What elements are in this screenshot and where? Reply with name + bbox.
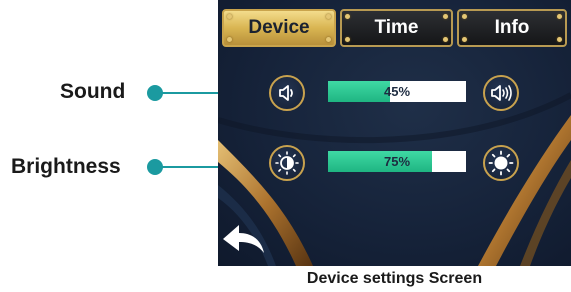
tab-rivet	[326, 14, 331, 19]
tab-info[interactable]: Info	[457, 9, 567, 47]
tab-rivet	[227, 37, 232, 42]
brightness-low-icon	[275, 151, 299, 175]
brightness-increase-button[interactable]	[483, 145, 519, 181]
tab-rivet	[557, 37, 562, 42]
back-button[interactable]	[221, 221, 267, 257]
tab-rivet	[462, 14, 467, 19]
speaker-high-icon	[491, 85, 512, 101]
tab-rivet	[345, 14, 350, 19]
tab-device-label: Device	[248, 17, 310, 38]
brightness-level-value: 75%	[383, 154, 411, 169]
tab-time[interactable]: Time	[340, 9, 453, 47]
sound-increase-button[interactable]	[483, 75, 519, 111]
tab-rivet	[326, 37, 331, 42]
speaker-low-icon	[279, 85, 293, 101]
device-screen: Device Time Info 45% 75%	[218, 0, 571, 266]
tab-rivet	[345, 37, 350, 42]
brightness-callout-label: Brightness	[11, 155, 121, 178]
tab-info-label: Info	[494, 17, 530, 38]
brightness-level-bar[interactable]: 75%	[328, 151, 466, 172]
tab-rivet	[462, 37, 467, 42]
brightness-high-icon	[488, 150, 514, 176]
tab-device[interactable]: Device	[222, 9, 336, 47]
tab-rivet	[443, 37, 448, 42]
back-arrow-icon	[223, 225, 264, 253]
brightness-decrease-button[interactable]	[269, 145, 305, 181]
figure-caption: Device settings Screen	[306, 270, 483, 287]
sound-callout-label: Sound	[60, 80, 126, 103]
tab-rivet	[557, 14, 562, 19]
sound-decrease-button[interactable]	[269, 75, 305, 111]
tab-time-label: Time	[374, 17, 419, 38]
tab-rivet	[443, 14, 448, 19]
device-settings-figure: Sound Brightness Device Time Info 45% 75…	[0, 0, 571, 292]
sound-level-value: 45%	[383, 84, 411, 99]
sound-level-bar[interactable]: 45%	[328, 81, 466, 102]
tab-rivet	[227, 14, 232, 19]
